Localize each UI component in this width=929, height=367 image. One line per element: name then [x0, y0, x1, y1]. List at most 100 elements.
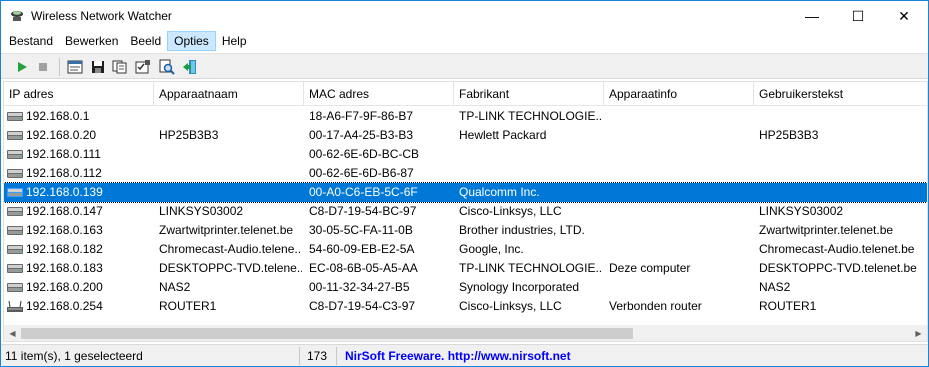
cell-ip: 192.168.0.147 [26, 204, 103, 218]
table-row[interactable]: 192.168.0.139 00-A0-C6-EB-5C-6F Qualcomm I… [4, 182, 927, 203]
table-row[interactable]: 192.168.0.254 ROUTER1 C8-D7-19-54-C3-97 Cis… [4, 297, 927, 316]
table-row[interactable]: 192.168.0.182 Chromecast-Audio.telene... 5… [4, 240, 927, 259]
cell-mac: 18-A6-F7-9F-86-B7 [309, 109, 414, 123]
table-row[interactable]: 192.168.0.1 18-A6-F7-9F-86-B7 TP-LINK TECH… [4, 107, 927, 126]
cell-user-text [759, 185, 924, 201]
router-icon [7, 300, 23, 313]
maximize-button[interactable]: ☐ [835, 1, 881, 31]
column-header-user-text[interactable]: Gebruikerstekst [754, 82, 927, 106]
cell-device-info: Deze computer [609, 261, 691, 275]
cell-device-info [609, 166, 752, 182]
cell-user-text: LINKSYS03002 [759, 204, 844, 218]
status-divider [336, 347, 337, 365]
table-header: IP adres Apparaatnaam MAC adres Fabrikan… [4, 82, 927, 106]
menu-opties[interactable]: Opties [167, 31, 216, 51]
network-device-icon [7, 243, 23, 256]
cell-vendor: Cisco-Linksys, LLC [459, 204, 562, 218]
status-bar: 11 item(s), 1 geselecteerd 173 NirSoft F… [1, 344, 928, 366]
cell-device-name: Zwartwitprinter.telenet.be [159, 223, 294, 237]
column-header-vendor[interactable]: Fabrikant [454, 82, 604, 106]
cell-vendor: Google, Inc. [459, 242, 524, 256]
cell-vendor [459, 147, 602, 163]
cell-user-text [759, 166, 924, 182]
cell-device-name [159, 109, 302, 125]
nirsoft-link[interactable]: NirSoft Freeware. http://www.nirsoft.net [345, 349, 571, 363]
close-button[interactable]: ✕ [881, 1, 927, 31]
cell-device-name: Chromecast-Audio.telene... [159, 242, 302, 256]
cell-mac: C8-D7-19-54-C3-97 [309, 299, 416, 313]
network-device-icon [7, 224, 23, 237]
exit-icon[interactable] [181, 58, 199, 76]
copy-icon[interactable] [111, 58, 129, 76]
table-row[interactable]: 192.168.0.111 00-62-6E-6D-BC-CB [4, 145, 927, 164]
cell-device-name: DESKTOPPC-TVD.telene... [159, 261, 302, 275]
cell-device-name [159, 147, 302, 163]
menu-bar: Bestand Bewerken Beeld Opties Help [1, 31, 928, 51]
network-device-icon [7, 205, 23, 218]
app-window: Wireless Network Watcher — ☐ ✕ Bestand B… [0, 0, 929, 367]
cell-vendor: Synology Incorporated [459, 280, 580, 294]
cell-mac: 30-05-5C-FA-11-0B [309, 223, 413, 237]
cell-device-info [609, 223, 752, 239]
scroll-left-icon[interactable]: ◀ [4, 325, 21, 341]
app-icon [9, 8, 25, 24]
cell-device-info [609, 147, 752, 163]
network-device-icon [7, 110, 23, 123]
cell-mac: 00-A0-C6-EB-5C-6F [309, 185, 418, 199]
cell-ip: 192.168.0.183 [26, 261, 103, 275]
toolbar-separator [59, 58, 60, 76]
cell-device-info [609, 204, 752, 220]
column-header-ip[interactable]: IP adres [4, 82, 154, 106]
cell-user-text: Chromecast-Audio.telenet.be [759, 242, 915, 256]
cell-user-text: DESKTOPPC-TVD.telenet.be [759, 261, 917, 275]
table-row[interactable]: 192.168.0.147 LINKSYS03002 C8-D7-19-54-BC-… [4, 202, 927, 221]
scrollbar-thumb[interactable] [21, 328, 633, 339]
cell-ip: 192.168.0.182 [26, 242, 103, 256]
table-row[interactable]: 192.168.0.200 NAS2 00-11-32-34-27-B5 Synolo… [4, 278, 927, 297]
cell-ip: 192.168.0.139 [26, 185, 103, 199]
properties-icon[interactable] [134, 58, 152, 76]
cell-device-name [159, 166, 302, 182]
cell-mac: C8-D7-19-54-BC-97 [309, 204, 417, 218]
save-icon[interactable] [89, 58, 107, 76]
cell-vendor: Cisco-Linksys, LLC [459, 299, 562, 313]
status-number: 173 [307, 349, 328, 363]
menu-bewerken[interactable]: Bewerken [59, 31, 124, 51]
table-row[interactable]: 192.168.0.183 DESKTOPPC-TVD.telene... EC-0… [4, 259, 927, 278]
scroll-right-icon[interactable]: ▶ [910, 325, 927, 341]
column-header-mac[interactable]: MAC adres [304, 82, 454, 106]
cell-device-info [609, 185, 752, 201]
cell-mac: 00-62-6E-6D-B6-87 [309, 166, 414, 180]
play-icon[interactable] [13, 58, 31, 76]
network-device-icon [7, 186, 23, 199]
cell-mac: EC-08-6B-05-A5-AA [309, 261, 418, 275]
html-report-icon[interactable] [66, 58, 84, 76]
cell-ip: 192.168.0.112 [26, 166, 102, 180]
cell-user-text: Zwartwitprinter.telenet.be [759, 223, 894, 237]
menu-help[interactable]: Help [216, 31, 253, 51]
horizontal-scrollbar[interactable]: ◀ ▶ [4, 325, 927, 341]
table-row[interactable]: 192.168.0.112 00-62-6E-6D-B6-87 [4, 164, 927, 183]
cell-user-text: ROUTER1 [759, 299, 817, 313]
cell-device-info: Verbonden router [609, 299, 702, 313]
menu-beeld[interactable]: Beeld [124, 31, 167, 51]
column-header-info[interactable]: Apparaatinfo [604, 82, 754, 106]
table-row[interactable]: 192.168.0.20 HP25B3B3 00-17-A4-25-B3-B3 Hew… [4, 126, 927, 145]
menu-bestand[interactable]: Bestand [3, 31, 59, 51]
cell-device-info [609, 242, 752, 258]
minimize-button[interactable]: — [789, 1, 835, 31]
find-icon[interactable] [158, 58, 176, 76]
device-list[interactable]: IP adres Apparaatnaam MAC adres Fabrikan… [3, 81, 928, 342]
network-device-icon [7, 167, 23, 180]
cell-ip: 192.168.0.1 [26, 109, 90, 123]
cell-ip: 192.168.0.163 [26, 223, 103, 237]
stop-icon[interactable] [34, 58, 52, 76]
cell-device-info [609, 109, 752, 125]
table-row[interactable]: 192.168.0.163 Zwartwitprinter.telenet.be 3… [4, 221, 927, 240]
column-header-name[interactable]: Apparaatnaam [154, 82, 304, 106]
network-device-icon [7, 262, 23, 275]
network-device-icon [7, 281, 23, 294]
cell-mac: 54-60-09-EB-E2-5A [309, 242, 415, 256]
title-bar[interactable]: Wireless Network Watcher — ☐ ✕ [1, 1, 928, 31]
cell-mac: 00-62-6E-6D-BC-CB [309, 147, 420, 161]
